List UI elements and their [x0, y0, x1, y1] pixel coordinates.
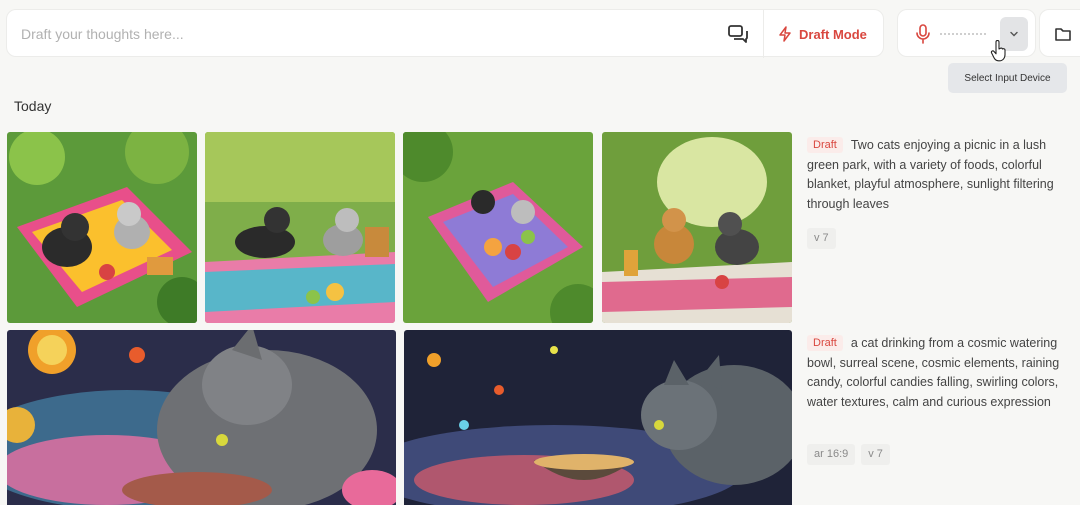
generated-image[interactable]: [403, 132, 593, 323]
prompt-input[interactable]: [21, 22, 621, 46]
audio-level-indicator: [940, 33, 988, 35]
top-bar: Draft Mode: [6, 9, 1080, 58]
lightning-icon: [779, 26, 791, 42]
chat-bubbles-icon[interactable]: [727, 23, 749, 45]
param-tag[interactable]: v 7: [861, 444, 890, 465]
generated-image[interactable]: [602, 132, 792, 323]
voice-input-control: [897, 9, 1036, 57]
folder-icon: [1054, 25, 1072, 43]
divider: [763, 10, 764, 58]
device-tooltip: Select Input Device: [948, 63, 1067, 93]
generated-image[interactable]: [404, 330, 792, 505]
param-tag[interactable]: v 7: [807, 228, 836, 249]
draft-mode-button[interactable]: Draft Mode: [777, 22, 867, 46]
prompt-bar: Draft Mode: [6, 9, 884, 58]
folder-button[interactable]: [1039, 9, 1080, 57]
prompt-text: Two cats enjoying a picnic in a lush gre…: [807, 138, 1054, 211]
job-parameters: v 7: [807, 228, 836, 249]
generated-image[interactable]: [7, 330, 396, 505]
job-parameters: ar 16:9 v 7: [807, 444, 890, 465]
section-heading-today: Today: [14, 98, 52, 114]
tooltip-text: Select Input Device: [964, 72, 1051, 84]
generated-image[interactable]: [7, 132, 197, 323]
draft-badge: Draft: [807, 137, 843, 153]
draft-badge: Draft: [807, 335, 843, 351]
hand-cursor-icon: [990, 40, 1008, 62]
microphone-icon[interactable]: [914, 24, 932, 44]
chevron-down-icon: [1010, 31, 1018, 37]
generated-image[interactable]: [205, 132, 395, 323]
draft-mode-label: Draft Mode: [799, 26, 867, 42]
prompt-text: a cat drinking from a cosmic watering bo…: [807, 336, 1060, 409]
job-prompt: Draft Two cats enjoying a picnic in a lus…: [807, 136, 1080, 214]
job-prompt: Draft a cat drinking from a cosmic wateri…: [807, 334, 1080, 412]
param-tag[interactable]: ar 16:9: [807, 444, 856, 465]
